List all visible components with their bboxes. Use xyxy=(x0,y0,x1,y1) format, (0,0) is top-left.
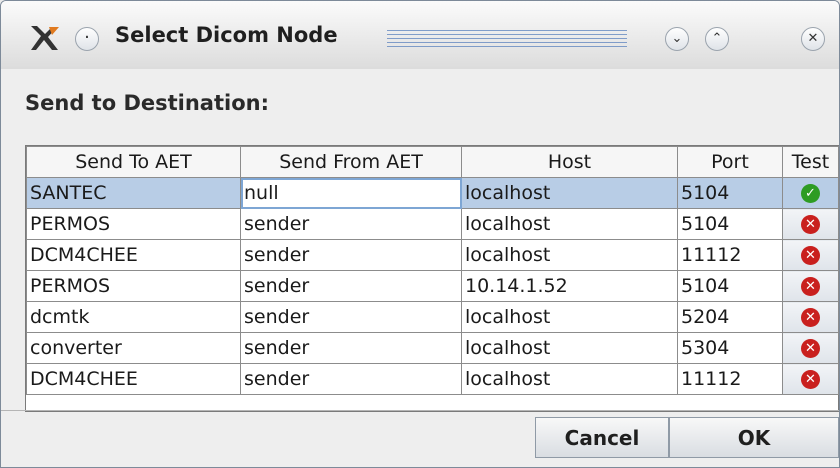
table-row[interactable]: DCM4CHEE sender localhost 11112 ✕ xyxy=(26,363,839,395)
window-title: Select Dicom Node xyxy=(115,23,338,47)
table-row[interactable]: dcmtk sender localhost 5204 ✕ xyxy=(26,301,839,333)
test-button[interactable]: ✓ xyxy=(782,177,839,209)
button-bar: Cancel OK xyxy=(1,410,839,467)
cross-icon: ✕ xyxy=(801,215,820,234)
cell-send-from-aet[interactable]: sender xyxy=(240,208,462,240)
table-row[interactable]: converter sender localhost 5304 ✕ xyxy=(26,332,839,364)
title-bar[interactable]: · Select Dicom Node ⌄ ⌃ ✕ xyxy=(1,1,839,69)
cell-send-from-aet[interactable]: sender xyxy=(240,270,462,302)
cross-icon: ✕ xyxy=(801,339,820,358)
cell-port[interactable]: 5104 xyxy=(677,270,783,302)
column-header-send-from-aet[interactable]: Send From AET xyxy=(240,146,462,178)
cell-host[interactable]: localhost xyxy=(461,177,678,209)
cross-icon: ✕ xyxy=(801,246,820,265)
cross-icon: ✕ xyxy=(801,277,820,296)
test-button[interactable]: ✕ xyxy=(782,363,839,395)
cell-send-to-aet[interactable]: dcmtk xyxy=(26,301,241,333)
column-header-host[interactable]: Host xyxy=(461,146,678,178)
cell-send-to-aet[interactable]: PERMOS xyxy=(26,270,241,302)
app-icon xyxy=(31,26,59,50)
cross-icon: ✕ xyxy=(801,370,820,389)
window-menu-button[interactable]: · xyxy=(75,27,99,51)
cell-send-to-aet[interactable]: DCM4CHEE xyxy=(26,239,241,271)
column-header-port[interactable]: Port xyxy=(677,146,783,178)
test-button[interactable]: ✕ xyxy=(782,270,839,302)
cell-host[interactable]: localhost xyxy=(461,239,678,271)
test-button[interactable]: ✕ xyxy=(782,208,839,240)
cell-port[interactable]: 11112 xyxy=(677,239,783,271)
cell-port[interactable]: 5204 xyxy=(677,301,783,333)
title-bar-texture xyxy=(387,30,627,48)
section-heading: Send to Destination: xyxy=(25,91,269,115)
cell-host[interactable]: localhost xyxy=(461,332,678,364)
destination-table[interactable]: Send To AET Send From AET Host Port Test… xyxy=(25,145,839,412)
cell-send-to-aet[interactable]: PERMOS xyxy=(26,208,241,240)
table-row[interactable]: DCM4CHEE sender localhost 11112 ✕ xyxy=(26,239,839,271)
test-button[interactable]: ✕ xyxy=(782,301,839,333)
cell-host[interactable]: localhost xyxy=(461,208,678,240)
cancel-button[interactable]: Cancel xyxy=(535,417,669,458)
cell-send-from-aet[interactable]: sender xyxy=(240,332,462,364)
table-header: Send To AET Send From AET Host Port Test xyxy=(26,146,839,178)
cell-send-from-aet[interactable]: sender xyxy=(240,301,462,333)
cell-send-from-aet[interactable]: sender xyxy=(240,239,462,271)
table-row[interactable]: PERMOS sender 10.14.1.52 5104 ✕ xyxy=(26,270,839,302)
check-icon: ✓ xyxy=(801,184,820,203)
cell-send-to-aet[interactable]: DCM4CHEE xyxy=(26,363,241,395)
column-header-test[interactable]: Test xyxy=(782,146,839,178)
cell-send-to-aet[interactable]: converter xyxy=(26,332,241,364)
cell-send-to-aet[interactable]: SANTEC xyxy=(26,177,241,209)
cell-port[interactable]: 5104 xyxy=(677,208,783,240)
cell-send-from-aet[interactable]: null xyxy=(240,177,462,209)
cell-port[interactable]: 5304 xyxy=(677,332,783,364)
cross-icon: ✕ xyxy=(801,308,820,327)
cell-send-from-aet[interactable]: sender xyxy=(240,363,462,395)
test-button[interactable]: ✕ xyxy=(782,239,839,271)
cell-port[interactable]: 5104 xyxy=(677,177,783,209)
column-header-send-to-aet[interactable]: Send To AET xyxy=(26,146,241,178)
ok-button[interactable]: OK xyxy=(669,417,839,458)
maximize-button[interactable]: ⌃ xyxy=(705,27,729,51)
cell-port[interactable]: 11112 xyxy=(677,363,783,395)
cell-host[interactable]: localhost xyxy=(461,301,678,333)
cell-host[interactable]: localhost xyxy=(461,363,678,395)
minimize-button[interactable]: ⌄ xyxy=(665,27,689,51)
dialog-window: · Select Dicom Node ⌄ ⌃ ✕ Send to Destin… xyxy=(0,0,840,468)
table-row[interactable]: PERMOS sender localhost 5104 ✕ xyxy=(26,208,839,240)
close-button[interactable]: ✕ xyxy=(801,27,825,51)
cell-host[interactable]: 10.14.1.52 xyxy=(461,270,678,302)
table-row[interactable]: SANTEC null localhost 5104 ✓ xyxy=(26,177,839,209)
test-button[interactable]: ✕ xyxy=(782,332,839,364)
